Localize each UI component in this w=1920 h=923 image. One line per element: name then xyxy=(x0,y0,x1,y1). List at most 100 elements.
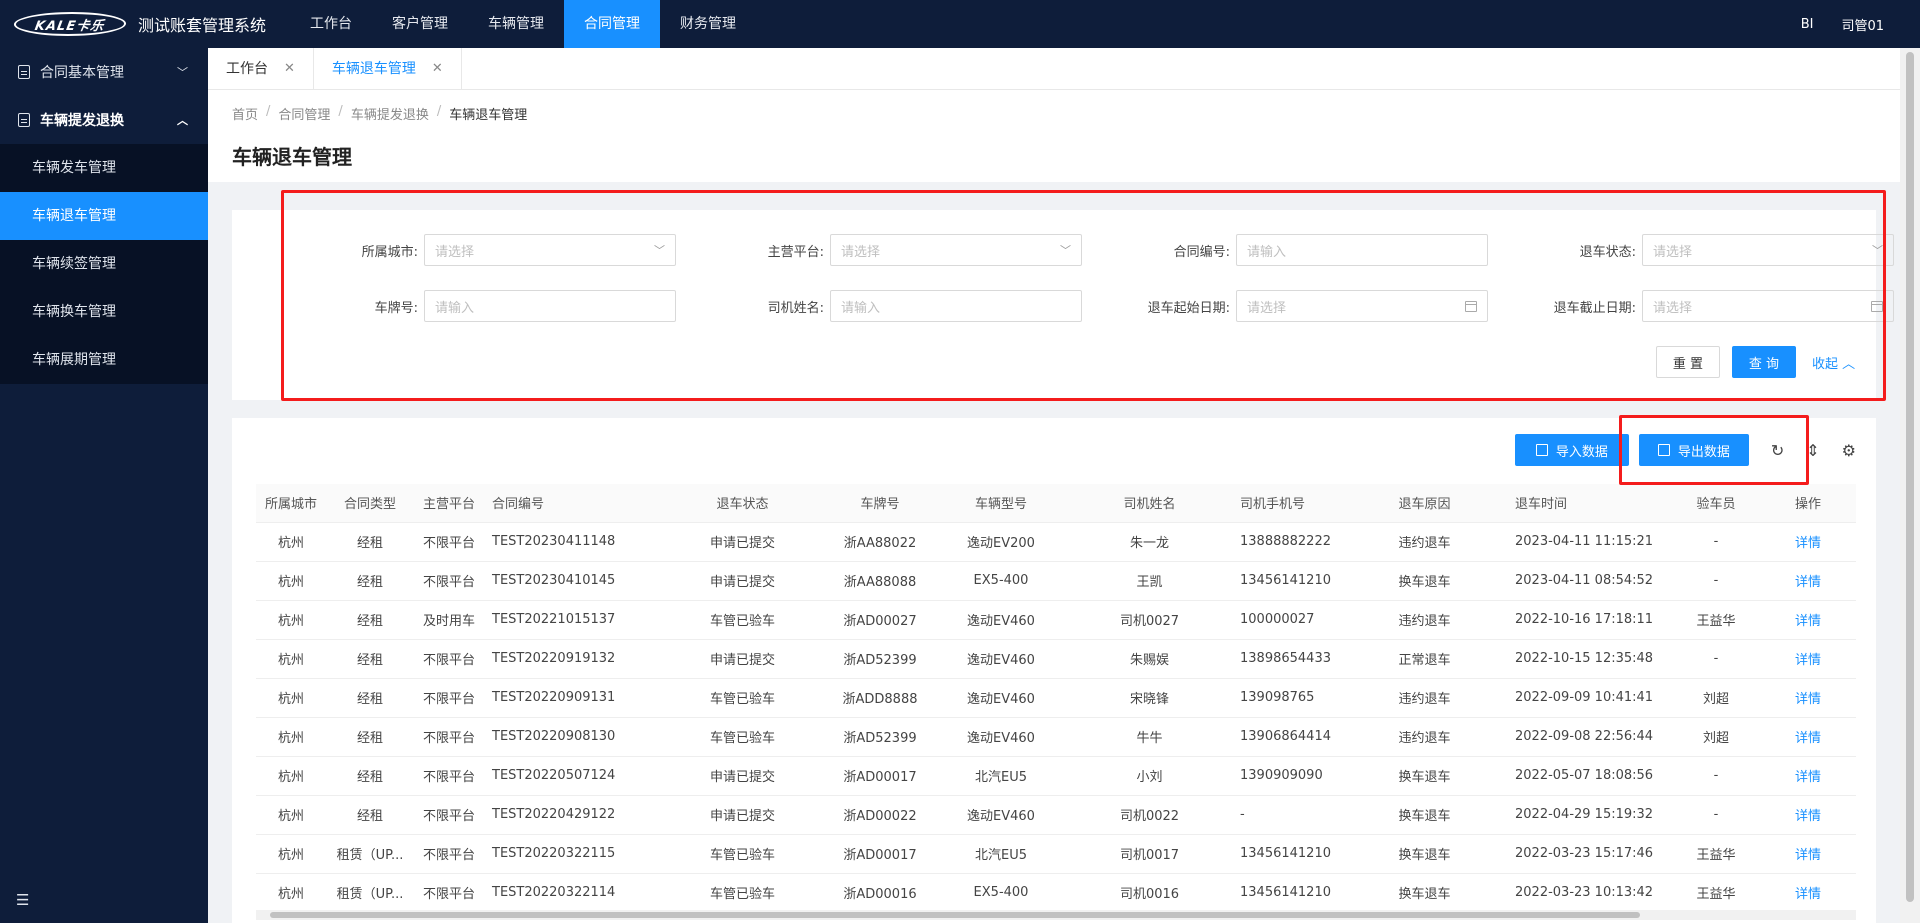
cell-city: 杭州 xyxy=(256,639,326,679)
sidebar-item-swap[interactable]: 车辆换车管理 xyxy=(0,288,208,336)
bi-link[interactable]: BI xyxy=(1801,17,1814,32)
plate-input[interactable]: 请输入 xyxy=(424,290,676,322)
detail-link[interactable]: 详情 xyxy=(1760,873,1856,913)
close-icon[interactable]: ✕ xyxy=(284,48,295,90)
col-inspector[interactable]: 验车员 xyxy=(1672,484,1760,523)
menu-group-contract-basic[interactable]: 合同基本管理 ﹀ xyxy=(0,48,208,96)
topnav-vehicles[interactable]: 车辆管理 xyxy=(468,0,564,48)
menu-group-vehicle-handover[interactable]: 车辆提发退换 ︿ xyxy=(0,96,208,144)
search-button[interactable]: 查 询 xyxy=(1732,346,1796,378)
detail-link[interactable]: 详情 xyxy=(1760,678,1856,718)
col-platform[interactable]: 主营平台 xyxy=(414,484,484,523)
breadcrumb-separator: / xyxy=(338,104,343,119)
tab-vehicle-return[interactable]: 车辆退车管理 ✕ xyxy=(314,48,462,90)
topnav-workbench[interactable]: 工作台 xyxy=(290,0,372,48)
close-icon[interactable]: ✕ xyxy=(432,48,443,90)
cell-plate: 浙AD52399 xyxy=(825,639,935,679)
driver-input[interactable]: 请输入 xyxy=(830,290,1082,322)
platform-label: 主营平台: xyxy=(767,244,824,260)
cell-driver: 宋晓锋 xyxy=(1067,678,1232,718)
detail-link[interactable]: 详情 xyxy=(1760,561,1856,601)
breadcrumb-home[interactable]: 首页 xyxy=(232,104,258,123)
sidebar-item-extension[interactable]: 车辆展期管理 xyxy=(0,336,208,384)
cell-contract-no: TEST20220322115 xyxy=(484,834,660,874)
topnav-finance[interactable]: 财务管理 xyxy=(660,0,756,48)
detail-link[interactable]: 详情 xyxy=(1760,600,1856,640)
scroll-thumb[interactable] xyxy=(1906,52,1914,902)
cell-city: 杭州 xyxy=(256,795,326,835)
col-model[interactable]: 车辆型号 xyxy=(935,484,1067,523)
col-city[interactable]: 所属城市 xyxy=(256,484,326,523)
collapse-filter-link[interactable]: 收起 ︿ xyxy=(1812,353,1855,372)
logo-mark: KALE卡乐 xyxy=(11,12,129,36)
end-date-picker[interactable]: 请选择 xyxy=(1642,290,1894,322)
cell-status: 申请已提交 xyxy=(660,756,825,796)
import-button[interactable]: 导入数据 xyxy=(1514,434,1629,466)
cell-time: 2022-03-23 15:17:46 xyxy=(1507,834,1672,874)
collapse-sidebar-icon[interactable]: ☰ xyxy=(16,891,29,909)
col-status[interactable]: 退车状态 xyxy=(660,484,825,523)
platform-select[interactable]: 请选择 ﹀ xyxy=(830,234,1082,266)
topnav-customers[interactable]: 客户管理 xyxy=(372,0,468,48)
return-table: 所属城市 合同类型 主营平台 合同编号 退车状态 车牌号 车辆型号 司机姓名 司… xyxy=(256,484,1856,913)
end-date-placeholder: 请选择 xyxy=(1653,300,1693,316)
col-time[interactable]: 退车时间 xyxy=(1507,484,1672,523)
col-driver[interactable]: 司机姓名 xyxy=(1067,484,1232,523)
tab-workbench[interactable]: 工作台 ✕ xyxy=(208,48,314,90)
detail-link[interactable]: 详情 xyxy=(1760,717,1856,757)
cell-model: 逸动EV460 xyxy=(935,717,1067,757)
detail-link[interactable]: 详情 xyxy=(1760,834,1856,874)
breadcrumb-contracts[interactable]: 合同管理 xyxy=(278,104,330,123)
sidebar-item-dispatch[interactable]: 车辆发车管理 xyxy=(0,144,208,192)
cell-contract-type: 经租 xyxy=(326,756,414,796)
cell-contract-type: 租赁（UP... xyxy=(326,834,414,874)
cell-inspector: - xyxy=(1672,795,1760,835)
cell-platform: 不限平台 xyxy=(414,561,484,601)
vertical-scrollbar[interactable] xyxy=(1900,48,1920,923)
horizontal-scrollbar[interactable] xyxy=(256,910,1856,920)
city-select[interactable]: 请选择 ﹀ xyxy=(424,234,676,266)
export-button[interactable]: 导出数据 xyxy=(1638,434,1749,466)
table-row: 杭州 经租 不限平台 TEST20220909131 车管已验车 浙ADD8888 逸动EV… xyxy=(256,678,1856,718)
city-placeholder: 请选择 xyxy=(435,244,475,260)
gear-icon[interactable]: ⚙ xyxy=(1842,441,1856,460)
status-select[interactable]: 请选择 ﹀ xyxy=(1642,234,1894,266)
reset-button[interactable]: 重 置 xyxy=(1656,346,1720,378)
detail-link[interactable]: 详情 xyxy=(1760,522,1856,562)
detail-link[interactable]: 详情 xyxy=(1760,756,1856,796)
col-contract-type[interactable]: 合同类型 xyxy=(326,484,414,523)
cell-phone: 13898654433 xyxy=(1232,639,1342,679)
column-height-icon[interactable]: ⇕ xyxy=(1806,441,1819,460)
topnav-contracts[interactable]: 合同管理 xyxy=(564,0,661,48)
cell-model: 逸动EV460 xyxy=(935,639,1067,679)
cell-plate: 浙AD52399 xyxy=(825,717,935,757)
detail-link[interactable]: 详情 xyxy=(1760,639,1856,679)
cell-reason: 换车退车 xyxy=(1342,795,1507,835)
end-date-label: 退车截止日期: xyxy=(1553,300,1636,316)
cell-inspector: - xyxy=(1672,756,1760,796)
col-plate[interactable]: 车牌号 xyxy=(825,484,935,523)
col-contract-no[interactable]: 合同编号 xyxy=(484,484,660,523)
user-menu[interactable]: 司管01 xyxy=(1841,15,1884,34)
contract-no-input[interactable]: 请输入 xyxy=(1236,234,1488,266)
collapse-label: 收起 xyxy=(1812,356,1839,372)
detail-link[interactable]: 详情 xyxy=(1760,795,1856,835)
chevron-down-icon: ﹀ xyxy=(1872,244,1883,257)
col-phone[interactable]: 司机手机号 xyxy=(1232,484,1342,523)
refresh-icon[interactable]: ↻ xyxy=(1771,441,1784,460)
cell-reason: 换车退车 xyxy=(1342,756,1507,796)
col-reason[interactable]: 退车原因 xyxy=(1342,484,1507,523)
cell-status: 申请已提交 xyxy=(660,795,825,835)
sidebar-item-return[interactable]: 车辆退车管理 xyxy=(0,192,208,240)
table-row: 杭州 租赁（UP... 不限平台 TEST20220322114 车管已验车 浙AD000… xyxy=(256,873,1856,913)
cell-phone: 1390909090 xyxy=(1232,756,1342,796)
cell-contract-type: 经租 xyxy=(326,561,414,601)
breadcrumb-handover[interactable]: 车辆提发退换 xyxy=(351,104,429,123)
cell-city: 杭州 xyxy=(256,600,326,640)
sidebar-item-renewal[interactable]: 车辆续签管理 xyxy=(0,240,208,288)
start-date-picker[interactable]: 请选择 xyxy=(1236,290,1488,322)
scroll-thumb[interactable] xyxy=(270,912,1640,918)
start-date-label: 退车起始日期: xyxy=(1147,300,1230,316)
breadcrumb-separator: / xyxy=(266,104,271,119)
chevron-down-icon: ﹀ xyxy=(177,66,188,79)
